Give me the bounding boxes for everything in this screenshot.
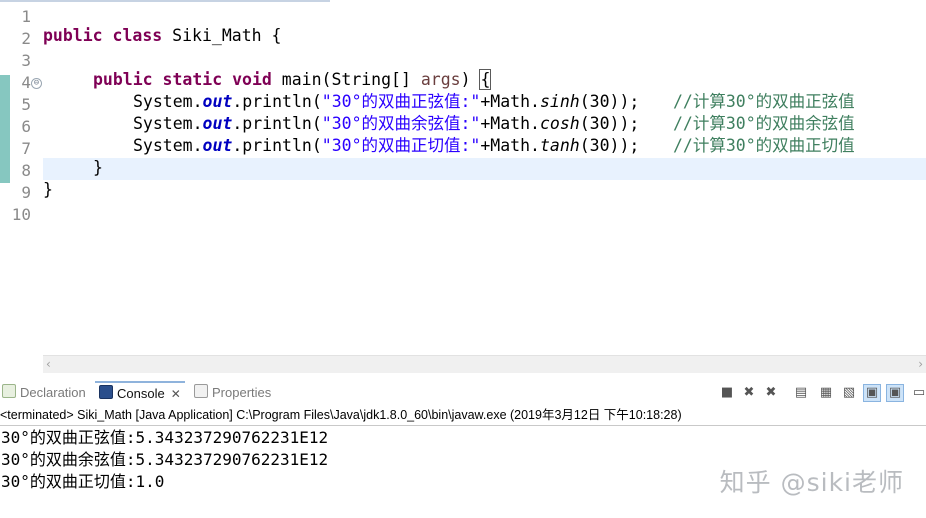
call-args: (30));	[579, 92, 640, 111]
line-number: 7	[21, 139, 31, 158]
scroll-left-arrow[interactable]: ‹	[46, 356, 51, 373]
line-number: 10	[11, 205, 31, 224]
line-number: 1	[21, 7, 31, 26]
signature-close: )	[460, 70, 481, 89]
tab-label: Properties	[212, 385, 272, 400]
line-number: 9	[21, 183, 31, 202]
call-args: (30));	[579, 114, 640, 133]
string-literal: "30°的双曲正切值:"	[321, 136, 481, 155]
show-on-stderr-icon[interactable]: ▣	[886, 384, 904, 402]
views-tab-bar: Declaration Console ✕ Properties ■ ✖ ✖ ▤ …	[0, 381, 926, 407]
remove-launch-icon[interactable]: ✖	[741, 385, 757, 401]
display-console-icon[interactable]: ▭	[912, 385, 926, 401]
code-line-6[interactable]: System.out.println("30°的双曲余弦值:"+Math.cos…	[133, 113, 639, 135]
scroll-lock-icon[interactable]: ▦	[818, 385, 834, 401]
remove-all-terminated-icon[interactable]: ✖	[763, 385, 779, 401]
console-icon	[99, 385, 113, 399]
static-field: out	[202, 136, 233, 155]
word-wrap-icon[interactable]: ▧	[841, 385, 857, 401]
call-args: (30));	[579, 136, 640, 155]
static-method: sinh	[539, 92, 580, 111]
static-field: out	[202, 114, 233, 133]
horizontal-scrollbar[interactable]: ‹ ›	[43, 355, 926, 373]
line-number: 8	[21, 161, 31, 180]
code-line-7[interactable]: System.out.println("30°的双曲正切值:"+Math.tan…	[133, 135, 639, 157]
line-number: 6	[21, 117, 31, 136]
static-method: cosh	[539, 114, 580, 133]
console-output-line: 30°的双曲正切值:1.0	[1, 472, 165, 491]
class-declaration: Siki_Math {	[162, 26, 282, 45]
code-line-2[interactable]: public class Siki_Math {	[43, 25, 281, 47]
declaration-icon	[2, 384, 16, 398]
tab-label: Declaration	[20, 385, 86, 400]
code-comment: //计算30°的双曲正弦值	[673, 92, 855, 111]
matching-brace: {	[479, 69, 492, 90]
static-field: out	[202, 92, 233, 111]
code-line-5[interactable]: System.out.println("30°的双曲正弦值:"+Math.sin…	[133, 91, 639, 113]
tab-label: Console	[117, 386, 165, 401]
clear-console-icon[interactable]: ▤	[793, 385, 809, 401]
view-separator	[0, 373, 926, 381]
close-icon[interactable]: ✕	[171, 387, 181, 401]
keyword: static	[162, 70, 223, 89]
tab-properties[interactable]: Properties	[194, 381, 271, 405]
line-number: 2	[21, 29, 31, 48]
method-call: .println(	[232, 114, 322, 133]
current-line-highlight	[43, 158, 926, 180]
console-output-line: 30°的双曲余弦值:5.343237290762231E12	[1, 450, 329, 469]
system-ref: System.	[133, 136, 203, 155]
math-ref: +Math.	[480, 136, 540, 155]
editor-top-edge	[0, 0, 926, 3]
console-output-line: 30°的双曲正弦值:5.343237290762231E12	[1, 428, 329, 447]
method-call: .println(	[232, 136, 322, 155]
code-line-8[interactable]: }	[93, 157, 103, 179]
show-on-stdout-icon[interactable]: ▣	[863, 384, 881, 402]
method-signature: main(String[]	[271, 70, 421, 89]
code-comment: //计算30°的双曲余弦值	[673, 114, 855, 133]
math-ref: +Math.	[480, 92, 540, 111]
properties-icon	[194, 384, 208, 398]
code-comment: //计算30°的双曲正切值	[673, 136, 855, 155]
keyword: public	[43, 26, 103, 45]
string-literal: "30°的双曲余弦值:"	[321, 114, 481, 133]
keyword: void	[232, 70, 272, 89]
watermark: 知乎 @siki老师	[719, 468, 904, 497]
terminate-icon[interactable]: ■	[719, 385, 735, 401]
method-call: .println(	[232, 92, 322, 111]
line-number: 3	[21, 51, 31, 70]
code-line-4[interactable]: public static void main(String[] args) {	[93, 69, 492, 91]
code-line-9[interactable]: }	[43, 179, 53, 201]
keyword: public	[93, 70, 153, 89]
string-literal: "30°的双曲正弦值:"	[321, 92, 481, 111]
line-number: 5	[21, 95, 31, 114]
parameter-name: args	[420, 70, 461, 89]
scroll-right-arrow[interactable]: ›	[918, 356, 923, 373]
static-method: tanh	[539, 136, 580, 155]
keyword: class	[112, 26, 163, 45]
line-number: 4	[21, 73, 31, 92]
line-number-gutter: 1 2 3 4 5 6 7 8 9 10 ⊖	[0, 3, 43, 355]
fold-collapse-icon[interactable]: ⊖	[31, 78, 42, 89]
console-process-status: <terminated> Siki_Math [Java Application…	[0, 406, 926, 426]
system-ref: System.	[133, 92, 203, 111]
code-editor[interactable]: 1 2 3 4 5 6 7 8 9 10 ⊖ public class Siki…	[0, 0, 926, 373]
tab-declaration[interactable]: Declaration	[2, 381, 86, 405]
system-ref: System.	[133, 114, 203, 133]
tab-console[interactable]: Console ✕	[95, 381, 185, 407]
math-ref: +Math.	[480, 114, 540, 133]
